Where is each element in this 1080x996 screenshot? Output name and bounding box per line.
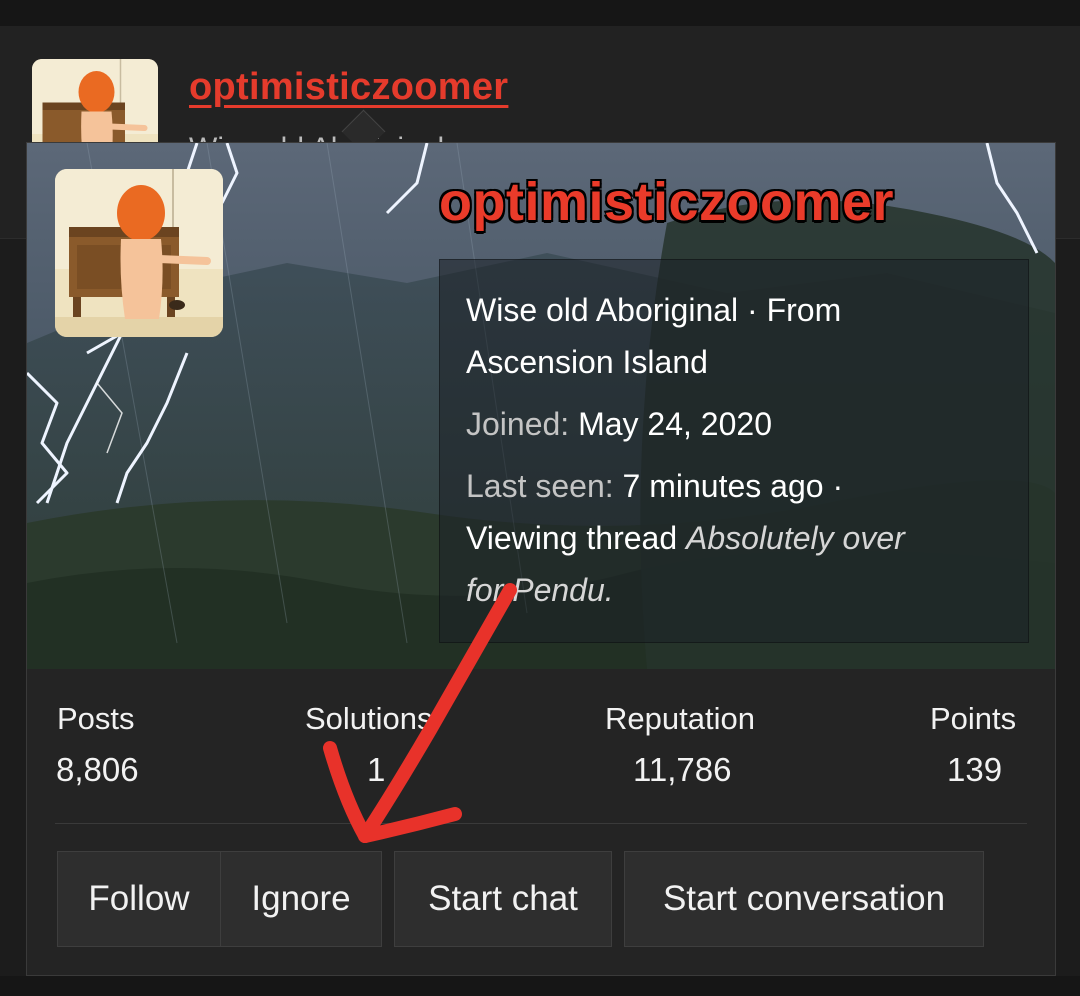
bottom-bar [0,976,1080,996]
annotation-arrow-icon [323,583,517,843]
